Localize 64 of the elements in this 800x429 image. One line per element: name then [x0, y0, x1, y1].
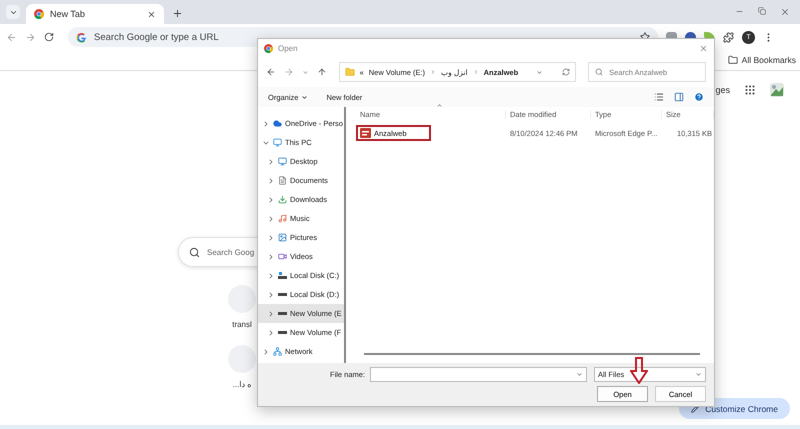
chrome-logo-icon	[264, 44, 273, 52]
bookmarks-link[interactable]: All Bookmarks	[742, 55, 796, 65]
chevron-right-icon	[267, 234, 275, 242]
drive-icon	[278, 271, 287, 280]
close-icon[interactable]	[147, 10, 156, 18]
puzzle-icon[interactable]	[723, 32, 734, 42]
browser-tab[interactable]: New Tab	[26, 4, 164, 24]
picture-icon	[278, 233, 287, 242]
chevron-right-icon	[430, 69, 436, 75]
drive-icon	[278, 293, 287, 296]
folder-icon	[728, 55, 738, 65]
folder-icon	[344, 67, 355, 77]
file-name-field[interactable]	[370, 367, 587, 382]
monitor-icon	[278, 157, 287, 166]
video-icon	[278, 252, 287, 261]
chevron-right-icon	[267, 272, 275, 280]
chevron-right-icon	[267, 158, 275, 166]
shortcut-tile[interactable]	[228, 345, 256, 373]
chevron-right-icon	[267, 310, 275, 318]
document-icon	[278, 176, 287, 185]
view-list-icon[interactable]	[654, 92, 664, 102]
music-icon	[278, 214, 287, 223]
apps-grid-icon[interactable]	[744, 84, 756, 96]
forward-icon[interactable]	[25, 32, 36, 42]
chevron-right-icon	[267, 214, 275, 222]
drive-icon	[278, 331, 287, 334]
cloud-icon	[273, 119, 282, 128]
drive-icon	[278, 312, 287, 315]
chevron-right-icon	[262, 120, 270, 128]
caret-icon	[301, 94, 308, 100]
pdf-file-icon	[360, 128, 371, 138]
dropdown-icon	[576, 371, 583, 378]
dropdown-icon	[695, 371, 702, 378]
restore-icon[interactable]	[758, 7, 766, 15]
close-icon[interactable]	[780, 7, 790, 17]
chevron-right-icon	[262, 348, 270, 356]
download-icon	[278, 195, 287, 204]
chevron-right-icon	[267, 196, 275, 204]
reload-icon[interactable]	[44, 32, 54, 42]
sort-icon	[436, 102, 443, 109]
dropdown-icon[interactable]	[536, 68, 544, 76]
shortcut-label[interactable]: transl	[232, 320, 252, 329]
new-tab-icon[interactable]	[172, 8, 183, 19]
chrome-logo-icon	[34, 9, 44, 19]
images-link[interactable]: ges	[715, 85, 730, 95]
google-logo-icon	[76, 32, 87, 42]
recent-locations-icon[interactable]	[302, 68, 309, 76]
refresh-icon[interactable]	[562, 68, 570, 76]
tab-search-button[interactable]	[6, 5, 20, 19]
help-icon[interactable]	[694, 92, 704, 102]
chevron-right-icon	[267, 290, 275, 298]
search-icon	[189, 246, 200, 258]
preview-pane-icon[interactable]	[674, 92, 684, 102]
search-icon	[595, 68, 604, 76]
shortcut-tile[interactable]	[228, 285, 256, 313]
network-icon	[273, 347, 282, 356]
up-icon[interactable]	[316, 67, 327, 77]
chevron-right-icon	[267, 176, 275, 184]
chevron-right-icon	[472, 69, 479, 75]
chevron-right-icon	[267, 252, 275, 260]
chevron-right-icon	[267, 328, 275, 336]
shortcut-label[interactable]: ه دا...	[232, 380, 252, 389]
back-icon[interactable]	[266, 67, 276, 77]
monitor-icon	[273, 138, 282, 147]
